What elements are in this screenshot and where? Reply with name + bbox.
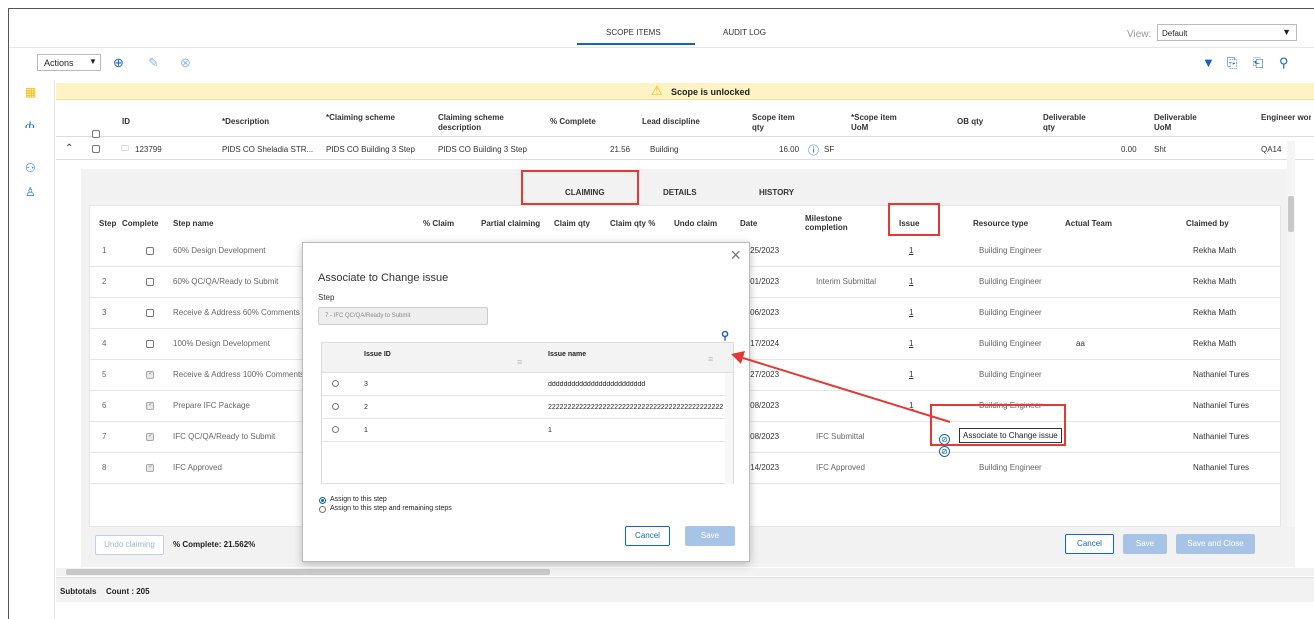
- app-window: SCOPE ITEMS AUDIT LOG View: Default ▼ Ac…: [8, 8, 1314, 619]
- annotation-arrow: [731, 351, 951, 423]
